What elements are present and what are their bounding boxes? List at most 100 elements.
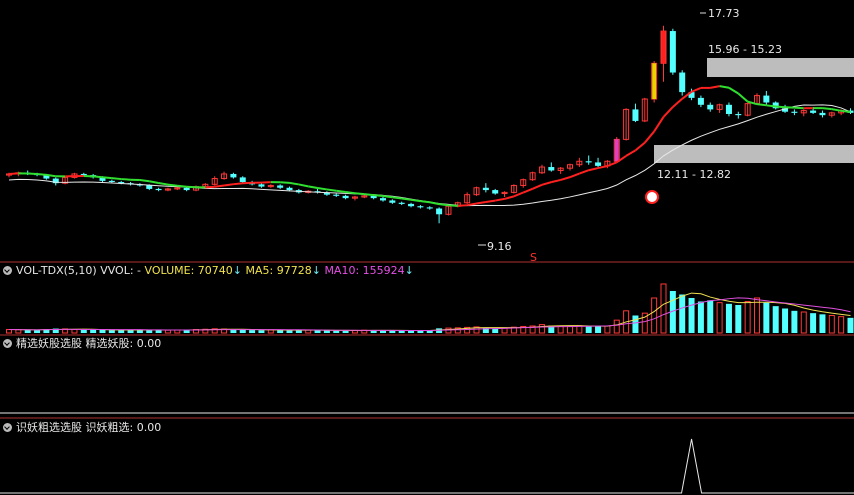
high-price-label: 17.73 (708, 7, 740, 20)
volume-bar (258, 330, 265, 333)
trend-line-segment (485, 199, 496, 203)
volume-bar (838, 316, 845, 334)
indicator-collapse-icon[interactable] (3, 266, 12, 275)
candle (473, 186, 480, 196)
candle-body (679, 72, 686, 93)
trend-line-segment (588, 167, 599, 172)
trend-line-segment (373, 194, 384, 197)
candle-body (389, 200, 396, 203)
candle (623, 108, 630, 141)
candle-body (230, 173, 237, 178)
volume-bar (585, 326, 592, 333)
candle (819, 110, 826, 118)
trend-line-segment (410, 198, 421, 203)
candle (230, 172, 237, 179)
volume-bar (613, 319, 620, 334)
trend-line-segment (121, 178, 131, 181)
candle-body (183, 187, 190, 191)
candle-body (595, 162, 602, 166)
candle (351, 195, 358, 201)
down-arrow-icon: ↓ (232, 264, 242, 277)
trend-line-segment (223, 183, 234, 187)
trend-line-segment (336, 189, 346, 193)
trend-line-segment (522, 187, 533, 194)
trend-line-segment (8, 172, 19, 175)
buy-signal-icon (645, 190, 659, 204)
trend-line-segment (429, 201, 440, 206)
trend-line-segment (560, 176, 571, 181)
volume-bar (847, 317, 854, 333)
indicator-collapse-icon[interactable] (3, 423, 12, 432)
candle (398, 201, 405, 206)
trend-line-segment (382, 194, 393, 199)
volume-bar (763, 302, 770, 333)
trend-line-segment (392, 196, 402, 200)
volume-bar (286, 330, 293, 333)
candle (333, 193, 340, 197)
candle (445, 205, 452, 216)
trend-line-segment (495, 197, 505, 202)
ma10-value: MA10: 155924 (324, 264, 405, 277)
volume-bar (754, 297, 760, 334)
trend-line-segment (476, 200, 487, 205)
volume-bar (239, 329, 246, 333)
candle (380, 196, 386, 202)
trend-line-segment (214, 184, 225, 188)
candle (221, 171, 228, 180)
candle (155, 187, 162, 192)
candle-body (697, 97, 704, 105)
trend-line-segment (541, 181, 552, 186)
candle-body (342, 195, 349, 199)
candle (538, 164, 545, 174)
candle-body (819, 112, 826, 116)
trend-line-segment (794, 106, 804, 110)
trend-line-segment (111, 177, 122, 181)
candle (492, 188, 499, 195)
volume-bar (445, 327, 452, 334)
resistance-zone-band (707, 58, 854, 77)
candle (323, 191, 330, 196)
trend-line-segment (317, 187, 328, 191)
candle-body (725, 104, 732, 115)
volume-ma5-line (8, 292, 851, 332)
volume-bar (810, 313, 817, 333)
trend-line-segment (401, 197, 412, 201)
candle (342, 194, 349, 200)
trend-line-segment (607, 161, 618, 167)
candle (267, 184, 274, 188)
trend-line-segment (102, 176, 112, 180)
trend-line-segment (186, 185, 197, 189)
candle (417, 205, 424, 209)
lower-zone-label: 12.11 - 12.82 (657, 168, 731, 181)
volume-value: VOLUME: 70740 (144, 264, 233, 277)
candle (389, 199, 396, 204)
candle (482, 183, 489, 193)
candle (800, 109, 807, 117)
trend-line-segment (822, 107, 832, 111)
candle (557, 167, 564, 174)
down-arrow-icon: ↓ (404, 264, 414, 277)
trend-line-segment (532, 183, 543, 190)
trend-line-segment (710, 85, 720, 89)
volume-indicator-header: VOL-TDX(5,10) VVOL: - VOLUME: 70740↓ MA5… (0, 263, 414, 279)
volume-bar (679, 294, 686, 333)
candle (510, 184, 517, 194)
indicator-collapse-icon[interactable] (3, 339, 12, 348)
candle (679, 70, 686, 96)
candle (62, 176, 69, 185)
candle (632, 103, 639, 123)
trend-line-segment (242, 181, 253, 185)
volume-bar (6, 328, 12, 334)
highlight-candle (614, 139, 619, 162)
upper-zone-label: 15.96 - 15.23 (708, 43, 782, 56)
volume-bar (333, 330, 340, 333)
panel3-name: 识妖粗选选股 (16, 421, 82, 434)
candle (211, 176, 218, 186)
trend-line-segment (326, 188, 337, 192)
trend-line-segment (354, 192, 365, 196)
candle (501, 191, 508, 197)
volume-bar (707, 300, 714, 333)
trend-line-segment (662, 106, 674, 118)
low-price-label: 9.16 (487, 240, 512, 253)
highlight-candle (661, 31, 666, 64)
